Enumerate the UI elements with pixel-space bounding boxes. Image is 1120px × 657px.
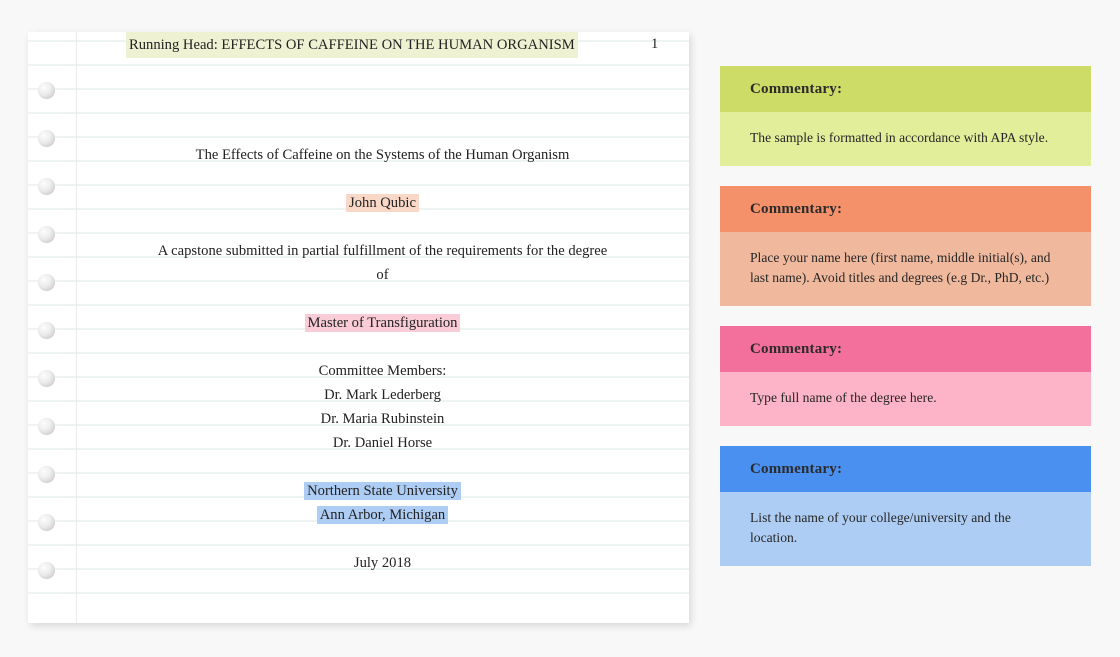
binder-ring-icon — [38, 466, 55, 483]
document-text-area[interactable]: Running Head: EFFECTS OF CAFFEINE ON THE… — [76, 32, 689, 623]
page-number: 1 — [651, 36, 659, 52]
commentary-heading: Commentary: — [720, 326, 1091, 372]
binder-ring-icon — [38, 418, 55, 435]
binder-ring-icon — [38, 322, 55, 339]
location-line: Ann Arbor, Michigan — [76, 503, 689, 527]
committee-member-line: Dr. Mark Lederberg — [76, 383, 689, 407]
commentary-card-author-name: Commentary: Place your name here (first … — [720, 186, 1091, 306]
submission-date: July 2018 — [353, 555, 412, 571]
commentary-heading: Commentary: — [720, 66, 1091, 112]
commentary-text: Type full name of the degree here. — [720, 372, 1091, 426]
degree-line: Master of Transfiguration — [76, 311, 689, 335]
committee-member-1: Dr. Mark Lederberg — [324, 387, 441, 403]
committee-heading: Committee Members: — [318, 363, 447, 379]
binder-ring-icon — [38, 130, 55, 147]
document-page[interactable]: Running Head: EFFECTS OF CAFFEINE ON THE… — [28, 32, 689, 623]
institution-location: Ann Arbor, Michigan — [316, 506, 449, 524]
commentary-heading: Commentary: — [720, 446, 1091, 492]
committee-member-line: Dr. Daniel Horse — [76, 431, 689, 455]
date-line: July 2018 — [76, 551, 689, 575]
submission-line-1: A capstone submitted in partial fulfillm… — [76, 239, 689, 263]
binder-ring-icon — [38, 514, 55, 531]
commentary-text: Place your name here (first name, middle… — [720, 232, 1091, 306]
binder-ring-icon — [38, 562, 55, 579]
commentary-card-apa-style: Commentary: The sample is formatted in a… — [720, 66, 1091, 166]
document-title-line: The Effects of Caffeine on the Systems o… — [76, 143, 689, 167]
running-head-row: Running Head: EFFECTS OF CAFFEINE ON THE… — [76, 32, 689, 58]
binder-ring-icon — [38, 178, 55, 195]
binder-ring-column — [28, 32, 76, 623]
binder-ring-icon — [38, 226, 55, 243]
document-title: The Effects of Caffeine on the Systems o… — [195, 147, 570, 163]
commentary-panel: Commentary: The sample is formatted in a… — [720, 66, 1091, 586]
degree-name: Master of Transfiguration — [304, 314, 461, 332]
commentary-heading: Commentary: — [720, 186, 1091, 232]
commentary-card-institution: Commentary: List the name of your colleg… — [720, 446, 1091, 566]
commentary-text: List the name of your college/university… — [720, 492, 1091, 566]
commentary-text: The sample is formatted in accordance wi… — [720, 112, 1091, 166]
institution-name: Northern State University — [304, 482, 461, 500]
committee-member-3: Dr. Daniel Horse — [332, 435, 433, 451]
committee-member-2: Dr. Maria Rubinstein — [320, 411, 445, 427]
committee-member-line: Dr. Maria Rubinstein — [76, 407, 689, 431]
binder-ring-icon — [38, 274, 55, 291]
commentary-card-degree: Commentary: Type full name of the degree… — [720, 326, 1091, 426]
submission-text-2: of — [376, 267, 389, 283]
binder-ring-icon — [38, 82, 55, 99]
committee-heading-line: Committee Members: — [76, 359, 689, 383]
submission-line-2: of — [76, 263, 689, 287]
running-head-text: Running Head: EFFECTS OF CAFFEINE ON THE… — [126, 32, 578, 58]
author-name: John Qubic — [346, 194, 419, 212]
author-line: John Qubic — [76, 191, 689, 215]
institution-line: Northern State University — [76, 479, 689, 503]
binder-ring-icon — [38, 370, 55, 387]
submission-text-1: A capstone submitted in partial fulfillm… — [157, 243, 608, 259]
